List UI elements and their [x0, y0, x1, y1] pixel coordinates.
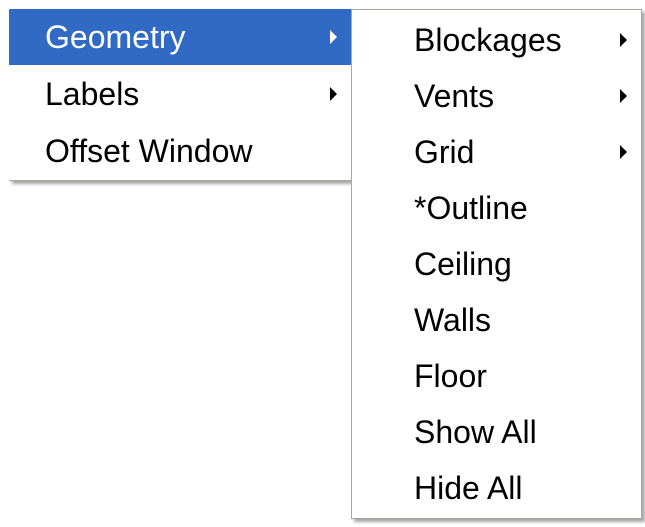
- submenu-item-label: Vents: [414, 78, 495, 114]
- submenu-item-grid[interactable]: Grid: [352, 124, 641, 180]
- submenu-item-vents[interactable]: Vents: [352, 68, 641, 124]
- submenu-item-blockages[interactable]: Blockages: [352, 12, 641, 68]
- context-menu: Geometry Labels Offset Window: [9, 9, 352, 181]
- submenu-item-label: Floor: [414, 358, 487, 394]
- menu-item-label: Labels: [45, 76, 140, 112]
- menu-canvas: Geometry Labels Offset Window Blockages …: [0, 0, 645, 527]
- submenu-item-hide-all[interactable]: Hide All: [352, 460, 641, 516]
- menu-item-label: Offset Window: [45, 133, 253, 169]
- submenu-item-label: Walls: [414, 302, 492, 338]
- submenu-arrow-icon: [620, 145, 627, 159]
- menu-item-offset-window[interactable]: Offset Window: [9, 123, 351, 179]
- submenu-item-label: Ceiling: [414, 246, 512, 282]
- submenu-arrow-icon: [620, 33, 627, 47]
- submenu-arrow-icon: [620, 89, 627, 103]
- submenu-item-label: Grid: [414, 134, 475, 170]
- submenu-item-floor[interactable]: Floor: [352, 348, 641, 404]
- menu-item-labels[interactable]: Labels: [9, 66, 351, 122]
- submenu-item-outline[interactable]: *Outline: [352, 180, 641, 236]
- submenu-item-label: Show All: [414, 414, 537, 450]
- menu-item-geometry[interactable]: Geometry: [9, 9, 351, 65]
- geometry-submenu: Blockages Vents Grid *Outline Ceiling Wa…: [351, 9, 642, 519]
- submenu-item-walls[interactable]: Walls: [352, 292, 641, 348]
- submenu-arrow-icon: [330, 87, 337, 101]
- menu-item-label: Geometry: [45, 19, 186, 55]
- submenu-item-label: *Outline: [414, 190, 528, 226]
- submenu-item-label: Hide All: [414, 470, 523, 506]
- submenu-arrow-icon: [330, 30, 337, 44]
- submenu-item-label: Blockages: [414, 22, 562, 58]
- submenu-item-show-all[interactable]: Show All: [352, 404, 641, 460]
- submenu-item-ceiling[interactable]: Ceiling: [352, 236, 641, 292]
